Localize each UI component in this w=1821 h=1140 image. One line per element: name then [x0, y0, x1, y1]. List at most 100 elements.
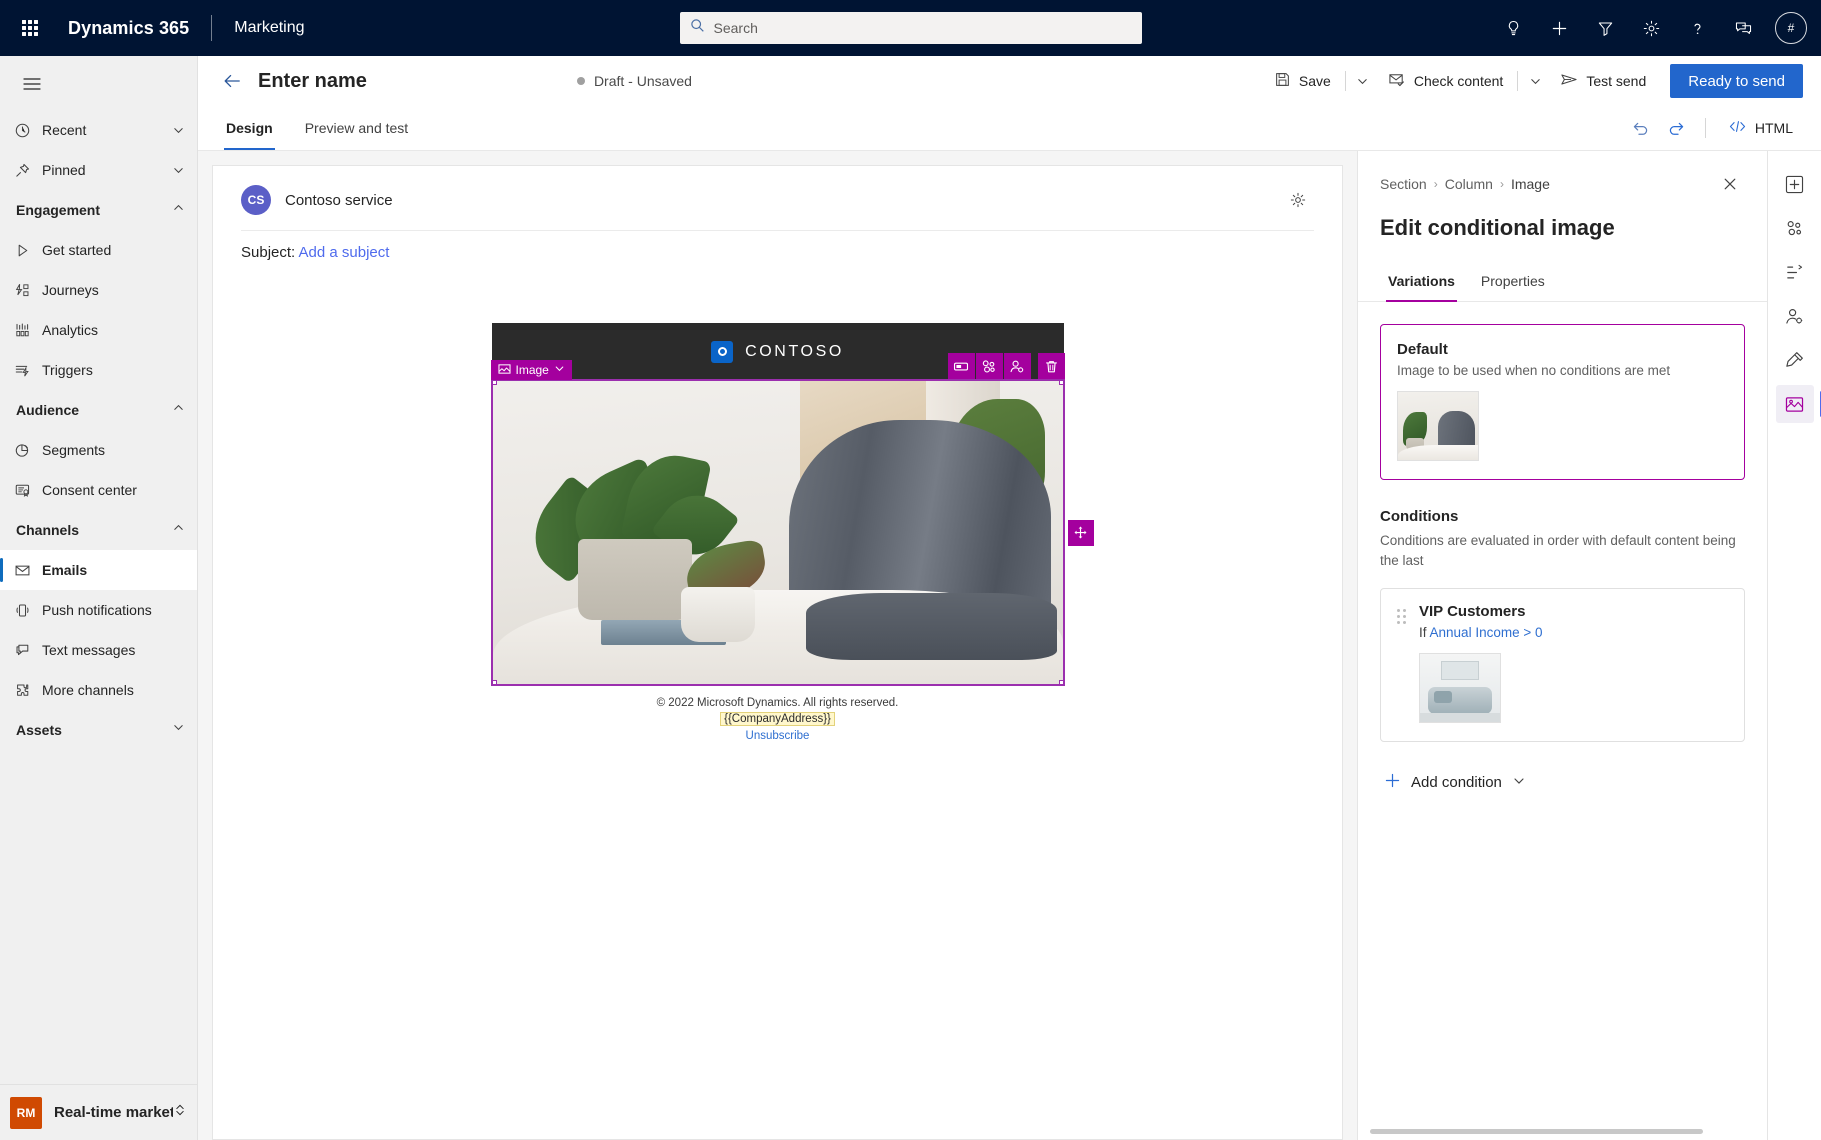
lightbulb-icon[interactable] — [1491, 6, 1535, 50]
undo-icon[interactable] — [1625, 112, 1657, 144]
global-search[interactable] — [679, 12, 1142, 44]
ready-to-send-button[interactable]: Ready to send — [1670, 64, 1803, 98]
sidebar-group-audience[interactable]: Audience — [0, 390, 197, 430]
personalization-icon[interactable] — [1003, 353, 1031, 379]
email-header: CS Contoso service Subject: Add a subjec… — [213, 166, 1342, 275]
search-input[interactable] — [713, 20, 1132, 36]
chevron-up-icon[interactable] — [172, 521, 185, 539]
breadcrumb-column[interactable]: Column — [1445, 176, 1493, 192]
sidebar-item-analytics[interactable]: Analytics — [0, 310, 197, 350]
email-canvas: CS Contoso service Subject: Add a subjec… — [212, 165, 1343, 1140]
default-card-thumbnail[interactable] — [1397, 391, 1479, 461]
command-bar-actions: Save Check content Test send Ready to se… — [1264, 63, 1803, 99]
test-send-button[interactable]: Test send — [1550, 63, 1656, 99]
condition-card-vip-customers[interactable]: VIP Customers If Annual Income > 0 — [1380, 588, 1745, 743]
chevron-down-icon[interactable] — [172, 124, 185, 137]
panel-tabs: Variations Properties — [1358, 265, 1767, 302]
chevron-down-icon[interactable] — [554, 363, 565, 377]
tab-properties[interactable]: Properties — [1473, 265, 1553, 301]
sidebar-item-more-channels[interactable]: More channels — [0, 670, 197, 710]
properties-panel: Section › Column › Image Edit conditiona… — [1357, 151, 1767, 1140]
play-icon — [14, 242, 42, 259]
save-dropdown-chevron-down-icon[interactable] — [1350, 63, 1376, 99]
condition-card-thumbnail[interactable] — [1419, 653, 1501, 724]
chevron-down-icon[interactable] — [172, 164, 185, 177]
list-icon[interactable] — [1776, 253, 1814, 291]
brand-icon[interactable] — [1776, 341, 1814, 379]
layout-icon[interactable] — [947, 353, 975, 379]
sidebar-group-engagement[interactable]: Engagement — [0, 190, 197, 230]
hamburger-icon[interactable] — [8, 62, 56, 106]
sidebar-item-get-started[interactable]: Get started — [0, 230, 197, 270]
chevron-down-icon[interactable] — [1512, 774, 1526, 792]
user-avatar[interactable]: # — [1775, 12, 1807, 44]
page-title[interactable]: Enter name — [258, 70, 367, 93]
sidebar-item-recent[interactable]: Recent — [0, 110, 197, 150]
chevron-up-icon[interactable] — [172, 201, 185, 219]
chevron-updown-icon[interactable] — [173, 1102, 187, 1123]
feedback-icon[interactable] — [1721, 6, 1765, 50]
chevron-up-icon[interactable] — [172, 401, 185, 419]
sidebar-group-channels[interactable]: Channels — [0, 510, 197, 550]
breadcrumb-image[interactable]: Image — [1511, 176, 1550, 192]
tab-design[interactable]: Design — [216, 106, 283, 150]
chevron-down-icon[interactable] — [172, 721, 185, 739]
unsubscribe-link[interactable]: Unsubscribe — [492, 730, 1064, 742]
layouts-icon[interactable] — [1776, 209, 1814, 247]
sidebar-group-assets[interactable]: Assets — [0, 710, 197, 750]
company-address-token[interactable]: {{CompanyAddress}} — [720, 712, 835, 726]
sidebar-item-consent-center[interactable]: Consent center — [0, 470, 197, 510]
html-view-button[interactable]: HTML — [1718, 112, 1803, 144]
drag-handle-icon[interactable] — [1397, 603, 1407, 723]
check-content-icon — [1388, 71, 1406, 91]
back-arrow-icon[interactable] — [216, 65, 248, 97]
condition-rule-field[interactable]: Annual Income — [1430, 625, 1520, 640]
default-card-title: Default — [1397, 341, 1448, 358]
personalization-rail-icon[interactable] — [1776, 297, 1814, 335]
image-block-selected[interactable]: Image — [490, 353, 1094, 686]
sidebar-item-pinned[interactable]: Pinned — [0, 150, 197, 190]
plus-icon — [1384, 772, 1401, 793]
conditional-content-icon[interactable] — [975, 353, 1003, 379]
add-condition-button[interactable]: Add condition — [1380, 766, 1530, 799]
check-content-dropdown-chevron-down-icon[interactable] — [1522, 63, 1548, 99]
check-content-button[interactable]: Check content — [1378, 63, 1514, 99]
delete-icon[interactable] — [1037, 353, 1065, 379]
panel-horizontal-scrollbar[interactable] — [1370, 1129, 1703, 1134]
gear-icon[interactable] — [1629, 6, 1673, 50]
breadcrumb-section[interactable]: Section — [1380, 176, 1427, 192]
image-content[interactable] — [490, 379, 1065, 686]
resize-handle-top-left[interactable] — [492, 381, 497, 385]
sidebar-item-emails[interactable]: Emails — [0, 550, 197, 590]
redo-icon[interactable] — [1661, 112, 1693, 144]
sidebar-item-push-notifications[interactable]: Push notifications — [0, 590, 197, 630]
resize-handle-bottom-left[interactable] — [492, 680, 497, 684]
move-block-handle[interactable] — [1067, 519, 1094, 546]
sidebar-item-triggers[interactable]: Triggers — [0, 350, 197, 390]
condition-rule-value[interactable]: 0 — [1535, 625, 1543, 640]
test-send-label: Test send — [1586, 73, 1647, 89]
email-settings-gear-icon[interactable] — [1282, 184, 1314, 216]
default-variation-card[interactable]: Default Image to be used when no conditi… — [1380, 324, 1745, 480]
app-launcher-icon[interactable] — [6, 4, 54, 52]
save-button[interactable]: Save — [1264, 63, 1341, 99]
close-icon[interactable] — [1715, 169, 1745, 199]
block-type-tag[interactable]: Image — [490, 360, 572, 380]
add-element-icon[interactable] — [1776, 165, 1814, 203]
resize-handle-top-right[interactable] — [1058, 381, 1063, 385]
tab-variations[interactable]: Variations — [1380, 265, 1463, 302]
condition-rule-operator[interactable]: > — [1523, 625, 1531, 640]
sidebar-item-journeys[interactable]: Journeys — [0, 270, 197, 310]
tab-preview-and-test[interactable]: Preview and test — [295, 106, 419, 150]
plus-icon[interactable] — [1537, 6, 1581, 50]
help-icon[interactable] — [1675, 6, 1719, 50]
sidebar-item-label: More channels — [42, 682, 134, 698]
area-switcher[interactable]: RM Real-time marketi... — [0, 1084, 197, 1140]
sidebar-item-segments[interactable]: Segments — [0, 430, 197, 470]
add-subject-link[interactable]: Add a subject — [299, 244, 390, 261]
filter-icon[interactable] — [1583, 6, 1627, 50]
resize-handle-bottom-right[interactable] — [1058, 680, 1063, 684]
sidebar-item-text-messages[interactable]: Text messages — [0, 630, 197, 670]
image-rail-icon[interactable] — [1775, 385, 1821, 423]
panel-tab-label: Properties — [1480, 273, 1545, 289]
